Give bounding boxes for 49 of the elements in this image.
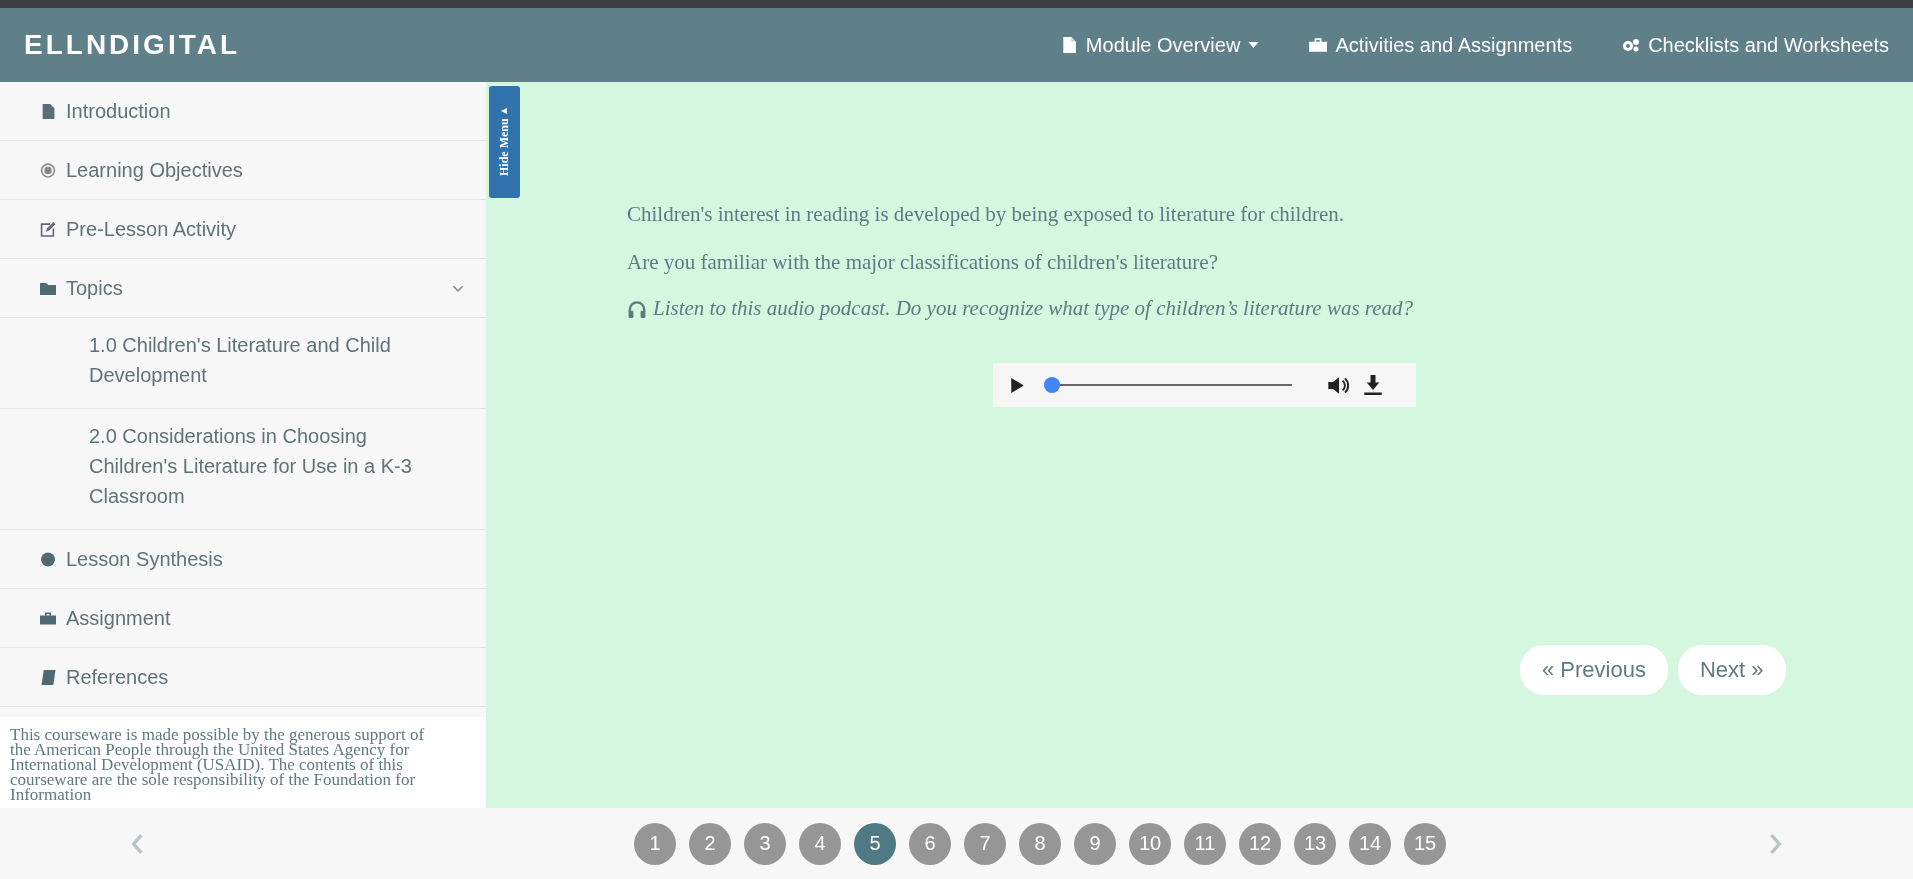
edit-icon: [40, 221, 56, 237]
page-button[interactable]: 14: [1349, 822, 1391, 865]
folder-icon: [40, 280, 56, 296]
play-icon[interactable]: [1011, 377, 1024, 393]
page-button[interactable]: 1: [634, 822, 676, 865]
caret-icon: [1248, 42, 1260, 48]
hide-menu-tab[interactable]: Hide Menu: [489, 86, 520, 198]
previous-button[interactable]: « Previous: [1520, 645, 1668, 695]
headphones-icon: [627, 299, 647, 318]
briefcase-icon: [40, 610, 56, 626]
sidebar-item[interactable]: Topics: [0, 259, 486, 318]
sidebar-item[interactable]: Introduction: [0, 82, 486, 141]
sidebar-item[interactable]: Pre-Lesson Activity: [0, 200, 486, 259]
briefcase-icon: [1309, 37, 1328, 53]
nav-link[interactable]: Module Overview: [1059, 33, 1260, 57]
page-button[interactable]: 10: [1129, 822, 1171, 865]
chevron-icon: [452, 284, 464, 292]
sidebar-item[interactable]: Lesson Synthesis: [0, 530, 486, 589]
paragraph: Children's interest in reading is developed by being exposed to literature for children.: [627, 201, 1345, 228]
nav-link[interactable]: Checklists and Worksheets: [1622, 33, 1889, 57]
sidebar-item[interactable]: References: [0, 648, 486, 707]
gears-icon: [1622, 37, 1641, 53]
page-button[interactable]: 3: [744, 822, 786, 865]
sidebar-item[interactable]: Learning Objectives: [0, 141, 486, 200]
page-button[interactable]: 6: [909, 822, 951, 865]
paragraph: Are you familiar with the major classifications of children's literature?: [627, 249, 1219, 276]
page-button[interactable]: 8: [1019, 822, 1061, 865]
page-button[interactable]: 13: [1294, 822, 1336, 865]
page-button[interactable]: 15: [1404, 822, 1446, 865]
page-button[interactable]: 9: [1074, 822, 1116, 865]
sidebar-item[interactable]: Assignment: [0, 589, 486, 648]
triangle-icon: [501, 108, 508, 115]
book-icon: [40, 669, 56, 685]
next-button[interactable]: Next »: [1677, 645, 1786, 695]
disclaimer-text: This courseware is made possible by the generous support of the American People through the United States Agency for International Development (USAID). The contents of this courseware are the sole responsibility of the Foundation for Information: [10, 727, 426, 802]
download-icon[interactable]: [1364, 375, 1382, 395]
page-button[interactable]: 5: [854, 822, 896, 865]
nav-link[interactable]: Activities and Assignments: [1309, 33, 1573, 57]
page-button[interactable]: 12: [1239, 822, 1281, 865]
logo[interactable]: ELLNDIGITAL: [24, 29, 240, 61]
prompt-text: Listen to this audio podcast. Do you recognize what type of children’s literature was read?: [653, 296, 1414, 321]
circle-icon: [40, 551, 56, 567]
radio-icon: [40, 162, 56, 178]
page-button[interactable]: 11: [1184, 822, 1226, 865]
volume-icon[interactable]: [1328, 375, 1350, 395]
page-button[interactable]: 2: [689, 822, 731, 865]
document-icon: [40, 103, 56, 119]
page-button[interactable]: 7: [964, 822, 1006, 865]
page-button[interactable]: 4: [799, 822, 841, 865]
